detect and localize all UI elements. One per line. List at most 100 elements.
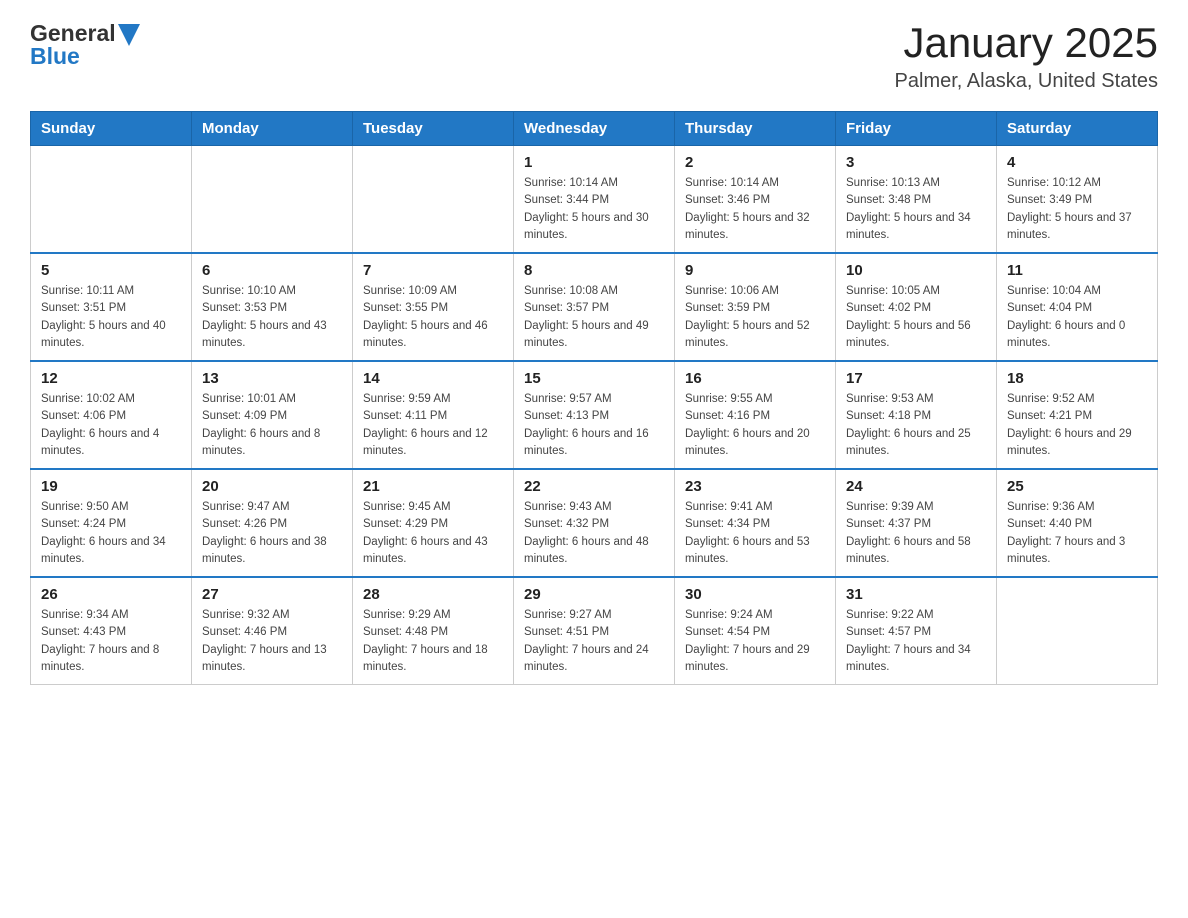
- day-number: 13: [202, 370, 342, 387]
- col-thursday: Thursday: [675, 112, 836, 146]
- day-info: Sunrise: 9:57 AMSunset: 4:13 PMDaylight:…: [524, 391, 664, 460]
- day-number: 25: [1007, 478, 1147, 495]
- title-section: January 2025 Palmer, Alaska, United Stat…: [895, 20, 1158, 93]
- table-row: [192, 146, 353, 254]
- day-number: 18: [1007, 370, 1147, 387]
- day-number: 31: [846, 586, 986, 603]
- table-row: 19 Sunrise: 9:50 AMSunset: 4:24 PMDaylig…: [31, 469, 192, 577]
- col-friday: Friday: [836, 112, 997, 146]
- table-row: 16 Sunrise: 9:55 AMSunset: 4:16 PMDaylig…: [675, 361, 836, 469]
- day-info: Sunrise: 9:55 AMSunset: 4:16 PMDaylight:…: [685, 391, 825, 460]
- day-number: 15: [524, 370, 664, 387]
- day-info: Sunrise: 10:04 AMSunset: 4:04 PMDaylight…: [1007, 283, 1147, 352]
- day-number: 7: [363, 262, 503, 279]
- table-row: 24 Sunrise: 9:39 AMSunset: 4:37 PMDaylig…: [836, 469, 997, 577]
- day-info: Sunrise: 9:29 AMSunset: 4:48 PMDaylight:…: [363, 607, 503, 676]
- day-info: Sunrise: 9:59 AMSunset: 4:11 PMDaylight:…: [363, 391, 503, 460]
- day-number: 19: [41, 478, 181, 495]
- day-info: Sunrise: 9:45 AMSunset: 4:29 PMDaylight:…: [363, 499, 503, 568]
- calendar-header-row: Sunday Monday Tuesday Wednesday Thursday…: [31, 112, 1158, 146]
- table-row: 3 Sunrise: 10:13 AMSunset: 3:48 PMDaylig…: [836, 146, 997, 254]
- logo-triangle-icon: [118, 24, 140, 46]
- day-number: 26: [41, 586, 181, 603]
- day-info: Sunrise: 9:52 AMSunset: 4:21 PMDaylight:…: [1007, 391, 1147, 460]
- day-info: Sunrise: 10:08 AMSunset: 3:57 PMDaylight…: [524, 283, 664, 352]
- table-row: 15 Sunrise: 9:57 AMSunset: 4:13 PMDaylig…: [514, 361, 675, 469]
- day-number: 6: [202, 262, 342, 279]
- table-row: 23 Sunrise: 9:41 AMSunset: 4:34 PMDaylig…: [675, 469, 836, 577]
- day-info: Sunrise: 10:10 AMSunset: 3:53 PMDaylight…: [202, 283, 342, 352]
- logo: General Blue: [30, 20, 140, 70]
- day-info: Sunrise: 10:11 AMSunset: 3:51 PMDaylight…: [41, 283, 181, 352]
- day-info: Sunrise: 9:53 AMSunset: 4:18 PMDaylight:…: [846, 391, 986, 460]
- table-row: 29 Sunrise: 9:27 AMSunset: 4:51 PMDaylig…: [514, 577, 675, 685]
- day-info: Sunrise: 9:36 AMSunset: 4:40 PMDaylight:…: [1007, 499, 1147, 568]
- day-number: 4: [1007, 154, 1147, 171]
- day-number: 14: [363, 370, 503, 387]
- day-number: 8: [524, 262, 664, 279]
- col-tuesday: Tuesday: [353, 112, 514, 146]
- day-info: Sunrise: 9:50 AMSunset: 4:24 PMDaylight:…: [41, 499, 181, 568]
- col-monday: Monday: [192, 112, 353, 146]
- table-row: 21 Sunrise: 9:45 AMSunset: 4:29 PMDaylig…: [353, 469, 514, 577]
- day-info: Sunrise: 10:05 AMSunset: 4:02 PMDaylight…: [846, 283, 986, 352]
- logo-blue-text: Blue: [30, 43, 80, 70]
- table-row: 7 Sunrise: 10:09 AMSunset: 3:55 PMDaylig…: [353, 253, 514, 361]
- day-number: 9: [685, 262, 825, 279]
- day-info: Sunrise: 10:02 AMSunset: 4:06 PMDaylight…: [41, 391, 181, 460]
- table-row: 25 Sunrise: 9:36 AMSunset: 4:40 PMDaylig…: [997, 469, 1158, 577]
- table-row: [31, 146, 192, 254]
- day-number: 20: [202, 478, 342, 495]
- day-info: Sunrise: 9:43 AMSunset: 4:32 PMDaylight:…: [524, 499, 664, 568]
- table-row: 14 Sunrise: 9:59 AMSunset: 4:11 PMDaylig…: [353, 361, 514, 469]
- day-info: Sunrise: 9:41 AMSunset: 4:34 PMDaylight:…: [685, 499, 825, 568]
- day-number: 12: [41, 370, 181, 387]
- table-row: 6 Sunrise: 10:10 AMSunset: 3:53 PMDaylig…: [192, 253, 353, 361]
- table-row: 17 Sunrise: 9:53 AMSunset: 4:18 PMDaylig…: [836, 361, 997, 469]
- day-number: 22: [524, 478, 664, 495]
- day-number: 24: [846, 478, 986, 495]
- calendar-week-row: 26 Sunrise: 9:34 AMSunset: 4:43 PMDaylig…: [31, 577, 1158, 685]
- calendar-week-row: 19 Sunrise: 9:50 AMSunset: 4:24 PMDaylig…: [31, 469, 1158, 577]
- table-row: 8 Sunrise: 10:08 AMSunset: 3:57 PMDaylig…: [514, 253, 675, 361]
- table-row: 11 Sunrise: 10:04 AMSunset: 4:04 PMDayli…: [997, 253, 1158, 361]
- day-info: Sunrise: 10:14 AMSunset: 3:46 PMDaylight…: [685, 175, 825, 244]
- day-number: 11: [1007, 262, 1147, 279]
- day-number: 21: [363, 478, 503, 495]
- day-number: 2: [685, 154, 825, 171]
- day-number: 27: [202, 586, 342, 603]
- day-number: 28: [363, 586, 503, 603]
- day-number: 5: [41, 262, 181, 279]
- table-row: 27 Sunrise: 9:32 AMSunset: 4:46 PMDaylig…: [192, 577, 353, 685]
- col-sunday: Sunday: [31, 112, 192, 146]
- table-row: 13 Sunrise: 10:01 AMSunset: 4:09 PMDayli…: [192, 361, 353, 469]
- table-row: 2 Sunrise: 10:14 AMSunset: 3:46 PMDaylig…: [675, 146, 836, 254]
- table-row: 1 Sunrise: 10:14 AMSunset: 3:44 PMDaylig…: [514, 146, 675, 254]
- col-wednesday: Wednesday: [514, 112, 675, 146]
- table-row: 4 Sunrise: 10:12 AMSunset: 3:49 PMDaylig…: [997, 146, 1158, 254]
- page-header: General Blue January 2025 Palmer, Alaska…: [30, 20, 1158, 93]
- day-info: Sunrise: 9:34 AMSunset: 4:43 PMDaylight:…: [41, 607, 181, 676]
- day-number: 3: [846, 154, 986, 171]
- month-title: January 2025: [895, 20, 1158, 66]
- table-row: [997, 577, 1158, 685]
- table-row: 18 Sunrise: 9:52 AMSunset: 4:21 PMDaylig…: [997, 361, 1158, 469]
- day-info: Sunrise: 9:32 AMSunset: 4:46 PMDaylight:…: [202, 607, 342, 676]
- day-number: 16: [685, 370, 825, 387]
- day-info: Sunrise: 10:13 AMSunset: 3:48 PMDaylight…: [846, 175, 986, 244]
- day-info: Sunrise: 10:12 AMSunset: 3:49 PMDaylight…: [1007, 175, 1147, 244]
- day-number: 30: [685, 586, 825, 603]
- calendar-week-row: 5 Sunrise: 10:11 AMSunset: 3:51 PMDaylig…: [31, 253, 1158, 361]
- table-row: 22 Sunrise: 9:43 AMSunset: 4:32 PMDaylig…: [514, 469, 675, 577]
- table-row: 28 Sunrise: 9:29 AMSunset: 4:48 PMDaylig…: [353, 577, 514, 685]
- table-row: [353, 146, 514, 254]
- table-row: 10 Sunrise: 10:05 AMSunset: 4:02 PMDayli…: [836, 253, 997, 361]
- day-info: Sunrise: 10:01 AMSunset: 4:09 PMDaylight…: [202, 391, 342, 460]
- col-saturday: Saturday: [997, 112, 1158, 146]
- table-row: 20 Sunrise: 9:47 AMSunset: 4:26 PMDaylig…: [192, 469, 353, 577]
- day-info: Sunrise: 9:24 AMSunset: 4:54 PMDaylight:…: [685, 607, 825, 676]
- day-info: Sunrise: 10:14 AMSunset: 3:44 PMDaylight…: [524, 175, 664, 244]
- day-info: Sunrise: 10:06 AMSunset: 3:59 PMDaylight…: [685, 283, 825, 352]
- day-number: 23: [685, 478, 825, 495]
- day-info: Sunrise: 9:22 AMSunset: 4:57 PMDaylight:…: [846, 607, 986, 676]
